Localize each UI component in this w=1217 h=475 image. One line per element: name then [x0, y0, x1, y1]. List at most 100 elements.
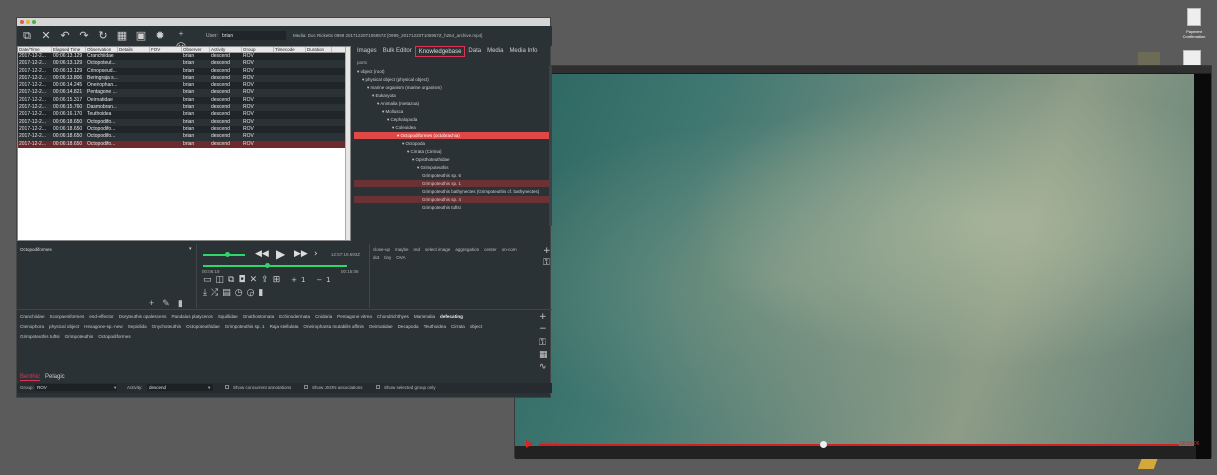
edit-icon[interactable]: ✎: [162, 298, 178, 308]
tab-images[interactable]: Images: [354, 46, 380, 57]
tree-node[interactable]: Grimpoteuthis bathynectes (Grimpoteuthis…: [354, 188, 550, 195]
column-header[interactable]: Observation: [86, 47, 118, 52]
chevron-down-icon[interactable]: ▾: [208, 385, 210, 391]
speed-slider-track[interactable]: [203, 254, 245, 256]
table-row[interactable]: 2017-12-2... 00:06:16.170 Teuthoidea brian d…: [18, 111, 350, 119]
lock-icon[interactable]: ⚿: [539, 338, 546, 348]
association-chip[interactable]: on-com: [502, 247, 517, 252]
seek-slider-track[interactable]: [203, 265, 347, 267]
tree-node[interactable]: ▾ Cirrata (Cirrina): [354, 148, 550, 155]
table-row[interactable]: 2017-12-2... 00:06:14.821 Pentagone ... bri…: [18, 89, 350, 97]
rewind-icon[interactable]: ◀◀: [255, 249, 269, 259]
cart-icon[interactable]: ⊞: [273, 275, 285, 285]
tab-bulk-editor[interactable]: Bulk Editor: [380, 46, 415, 57]
association-chip[interactable]: aggregation: [455, 247, 479, 252]
association-chip[interactable]: select image: [425, 247, 450, 252]
tab-benthic[interactable]: Benthic: [20, 374, 41, 381]
close-window-button[interactable]: [20, 20, 24, 24]
delete-icon[interactable]: ✕: [250, 275, 262, 285]
group-select[interactable]: ROV: [35, 384, 117, 391]
refresh-icon[interactable]: ↻: [97, 30, 109, 42]
tree-node[interactable]: ▾ Octopodiformes (octobrachia): [354, 132, 550, 139]
tab-media-info[interactable]: Media Info: [506, 46, 540, 57]
export-icon[interactable]: ⇪: [261, 275, 273, 285]
payment-confirmation-file-icon[interactable]: Payment Confirmation: [1172, 8, 1216, 39]
undo-icon[interactable]: ↶: [59, 30, 71, 42]
quick-concept-button[interactable]: Octopoteuthidae: [186, 324, 220, 329]
table-icon[interactable]: ▦: [539, 350, 548, 360]
chevron-down-icon[interactable]: ▾: [189, 246, 192, 252]
lock-icon[interactable]: ⚿: [543, 258, 550, 268]
column-header[interactable]: Details: [118, 47, 150, 52]
duplicate-icon[interactable]: ⧉: [228, 275, 238, 285]
association-chip[interactable]: close-up: [373, 247, 390, 252]
desktop-thumbnail[interactable]: [1138, 52, 1160, 66]
quick-concept-button[interactable]: end-effector: [89, 314, 113, 319]
speed-slider-knob[interactable]: [225, 252, 230, 257]
column-header[interactable]: Elapsed Time: [52, 47, 86, 52]
tab-data[interactable]: Data: [465, 46, 484, 57]
remove-button-icon[interactable]: −: [539, 324, 547, 334]
quick-concept-button[interactable]: Mammalia: [414, 314, 435, 319]
tab-media[interactable]: Media: [484, 46, 506, 57]
column-header[interactable]: Timecode: [274, 47, 306, 52]
video-frame[interactable]: [515, 74, 1196, 446]
concurrent-checkbox[interactable]: [225, 385, 229, 389]
clock-icon[interactable]: ◷: [235, 288, 247, 298]
video-window-titlebar[interactable]: [515, 66, 1211, 74]
quick-concept-button[interactable]: Decapoda: [398, 324, 419, 329]
seek-slider-knob[interactable]: [265, 263, 270, 268]
trash-icon[interactable]: ▮: [178, 298, 191, 308]
upload-icon[interactable]: ⤓: [203, 288, 211, 298]
table-row[interactable]: 2017-12-2... 00:06:18.650 Octopodifo... bri…: [18, 125, 350, 134]
column-header[interactable]: Group: [242, 47, 274, 52]
tree-node[interactable]: ▾ physical object (physical object): [354, 76, 550, 83]
tree-scrollbar[interactable]: [549, 66, 552, 226]
quick-concept-button[interactable]: defecating: [440, 314, 463, 319]
table-row[interactable]: 2017-12-2... 00:06:13.806 Beringraja s... b…: [18, 74, 350, 83]
user-select[interactable]: brian: [220, 31, 286, 40]
add-association-icon[interactable]: +: [543, 246, 551, 256]
association-chip[interactable]: tiny: [384, 255, 391, 260]
comment-icon[interactable]: ▤: [222, 288, 235, 298]
association-chip[interactable]: dot: [373, 255, 379, 260]
quick-concept-button[interactable]: Grimpoteuthis sp. 1: [225, 324, 265, 329]
table-row[interactable]: 2017-12-2... 00:06:13.129 Crinopseud... bri…: [18, 67, 350, 75]
quick-concept-button[interactable]: physical object: [49, 324, 79, 329]
play-button-icon[interactable]: ▶: [276, 247, 285, 261]
concept-name[interactable]: Octopodiformes: [20, 247, 52, 252]
frame-grab-icon[interactable]: ▭: [203, 275, 216, 285]
tree-node[interactable]: ▾ Opisthoteuthidae: [354, 156, 550, 163]
image-icon[interactable]: ▣: [135, 30, 147, 42]
association-chip[interactable]: center: [484, 247, 497, 252]
tree-node[interactable]: ▾ Coleoidea: [354, 124, 550, 131]
table-row[interactable]: 2017-12-2... 00:06:13.129 Cranchiidae brian…: [18, 53, 350, 61]
quick-concept-button[interactable]: Squillidae: [218, 314, 238, 319]
tree-node[interactable]: ▾ Mollusca: [354, 108, 550, 115]
window-titlebar[interactable]: [17, 18, 550, 26]
shuffle-icon[interactable]: ⤮: [211, 288, 222, 298]
tree-node[interactable]: Grimpoteuthis sp. 1: [354, 180, 550, 187]
column-header[interactable]: Duration: [306, 47, 332, 52]
next-frame-icon[interactable]: ›: [314, 249, 318, 259]
table-row[interactable]: 2017-12-2... 00:06:18.650 Octopodifo... bri…: [18, 140, 350, 148]
association-chip[interactable]: maybe: [395, 247, 409, 252]
table-row[interactable]: 2017-12-2... 00:06:13.129 Octopoteut... bri…: [18, 60, 350, 68]
quick-concept-button[interactable]: Echinodermata: [279, 314, 310, 319]
quick-concept-button[interactable]: Cnidaria: [315, 314, 332, 319]
column-header[interactable]: FOV: [150, 47, 182, 52]
tree-node[interactable]: ▾ Grimpoteuthis: [354, 164, 550, 171]
copy-icon[interactable]: ◫: [216, 275, 229, 285]
quick-concept-button[interactable]: Hexagone-sp.-new: [84, 324, 123, 329]
tree-node[interactable]: Grimpoteuthis sp. 4: [354, 196, 550, 203]
minimize-window-button[interactable]: [26, 20, 30, 24]
quick-concept-button[interactable]: Doryteuthis opalescens: [119, 314, 167, 319]
quick-concept-button[interactable]: Pentagone vitrea: [337, 314, 372, 319]
grid-icon[interactable]: ▦: [116, 30, 128, 42]
table-row[interactable]: 2017-12-2... 00:06:15.760 Dasmobran... bria…: [18, 104, 350, 112]
group-only-checkbox[interactable]: [376, 385, 380, 389]
quick-concept-button[interactable]: Oeirnatidae: [369, 324, 393, 329]
quick-concept-button[interactable]: Pandalus platyceros: [171, 314, 212, 319]
tree-node[interactable]: ▾ object (root): [354, 68, 550, 75]
add-button-icon[interactable]: +: [539, 312, 547, 322]
